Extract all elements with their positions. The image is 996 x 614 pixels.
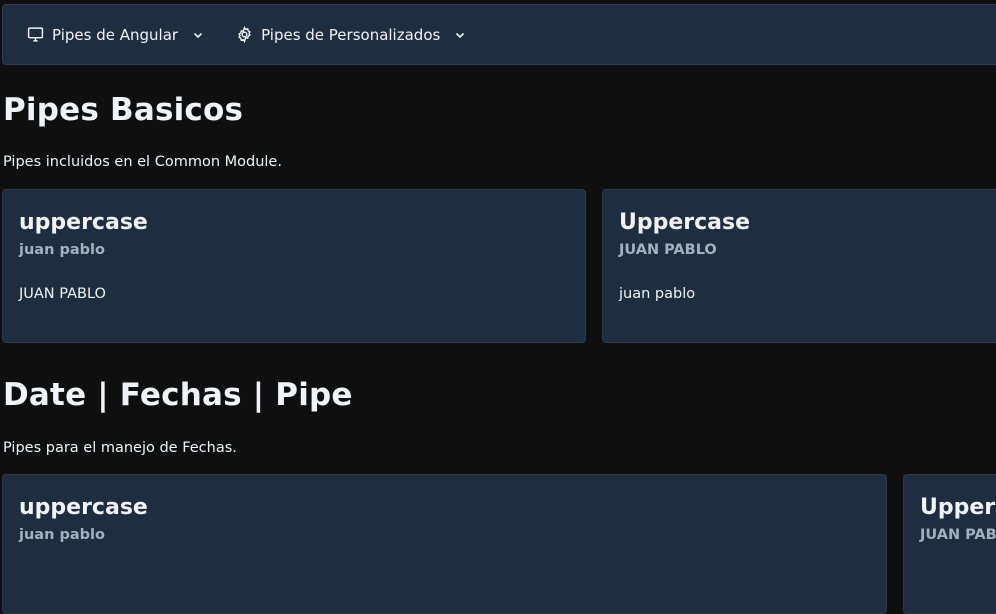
section-title-date-pipes: Date | Fechas | Pipe [3, 377, 353, 413]
menu-item-label: Pipes de Personalizados [261, 25, 441, 44]
card-title: uppercase [19, 210, 148, 235]
menu-item-label: Pipes de Angular [52, 25, 179, 44]
menubar: Pipes de Angular Pipes de Personalizados [2, 4, 996, 65]
card-content: juan pablo [619, 286, 696, 302]
card-uppercase: uppercase juan pablo JUAN PABLO [2, 189, 586, 343]
chevron-down-icon [193, 32, 203, 38]
card-title: uppercase [19, 495, 148, 520]
card-date-uppercase-reverse: Upperc JUAN PAB [903, 474, 996, 614]
card-date-uppercase: uppercase juan pablo [2, 474, 887, 614]
card-subtitle: juan pablo [19, 527, 105, 543]
card-title: Upperc [920, 495, 996, 520]
gear-icon [238, 26, 251, 43]
menu-item-pipes-angular[interactable]: Pipes de Angular [27, 15, 214, 55]
section-title-pipes-basicos: Pipes Basicos [3, 92, 244, 128]
section-subtitle: Pipes para el manejo de Fechas. [3, 440, 237, 456]
chevron-down-icon [456, 32, 465, 38]
card-uppercase-reverse: Uppercase JUAN PABLO juan pablo [602, 189, 996, 343]
card-subtitle: JUAN PABLO [619, 242, 717, 258]
card-subtitle: JUAN PAB [920, 527, 996, 543]
card-title: Uppercase [619, 210, 751, 235]
card-subtitle: juan pablo [19, 242, 105, 258]
card-content: JUAN PABLO [19, 286, 106, 302]
menu-item-pipes-personalizados[interactable]: Pipes de Personalizados [236, 15, 476, 55]
desktop-icon [27, 27, 44, 42]
section-subtitle: Pipes incluidos en el Common Module. [3, 154, 282, 170]
